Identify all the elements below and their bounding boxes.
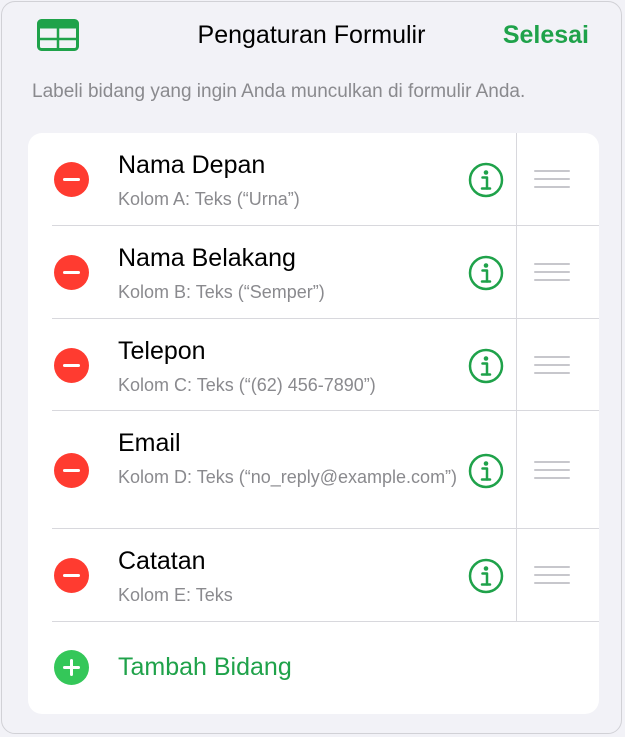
field-row: Telepon Kolom C: Teks (“(62) 456-7890”) <box>28 319 599 411</box>
instructions-text: Labeli bidang yang ingin Anda munculkan … <box>32 81 526 102</box>
info-icon[interactable] <box>468 453 504 489</box>
drag-handle-icon[interactable] <box>534 263 570 283</box>
field-label[interactable]: Nama Belakang <box>118 244 296 273</box>
field-detail: Kolom A: Teks (“Urna”) <box>118 189 300 209</box>
field-label[interactable]: Nama Depan <box>118 151 265 180</box>
field-detail: Kolom E: Teks <box>118 585 233 605</box>
field-list: Nama Depan Kolom A: Teks (“Urna”) Nama B… <box>28 133 599 714</box>
info-icon[interactable] <box>468 255 504 291</box>
field-row: Email Kolom D: Teks (“no_reply@example.c… <box>28 411 599 529</box>
add-field-label[interactable]: Tambah Bidang <box>118 653 292 682</box>
drag-handle-icon[interactable] <box>534 461 570 481</box>
info-icon[interactable] <box>468 558 504 594</box>
header: Pengaturan Formulir Selesai <box>2 2 621 72</box>
field-label[interactable]: Telepon <box>118 337 206 366</box>
info-icon[interactable] <box>468 348 504 384</box>
field-label[interactable]: Email <box>118 429 181 458</box>
field-label[interactable]: Catatan <box>118 547 206 576</box>
field-row: Catatan Kolom E: Teks <box>28 529 599 622</box>
field-row: Nama Depan Kolom A: Teks (“Urna”) <box>28 133 599 226</box>
field-detail: Kolom C: Teks (“(62) 456-7890”) <box>118 375 376 395</box>
done-button[interactable]: Selesai <box>503 21 589 50</box>
delete-field-button[interactable] <box>54 453 89 488</box>
field-detail: Kolom D: Teks (“no_reply@example.com”) <box>118 467 458 487</box>
drag-handle-icon[interactable] <box>534 356 570 376</box>
delete-field-button[interactable] <box>54 558 89 593</box>
delete-field-button[interactable] <box>54 348 89 383</box>
delete-field-button[interactable] <box>54 255 89 290</box>
drag-handle-icon[interactable] <box>534 566 570 586</box>
drag-handle-icon[interactable] <box>534 170 570 190</box>
add-field-button[interactable]: Tambah Bidang <box>28 622 599 714</box>
delete-field-button[interactable] <box>54 162 89 197</box>
form-settings-panel: Pengaturan Formulir Selesai Labeli bidan… <box>1 1 622 734</box>
plus-circle-icon[interactable] <box>54 650 89 685</box>
info-icon[interactable] <box>468 162 504 198</box>
field-detail: Kolom B: Teks (“Semper”) <box>118 282 325 302</box>
field-row: Nama Belakang Kolom B: Teks (“Semper”) <box>28 226 599 319</box>
